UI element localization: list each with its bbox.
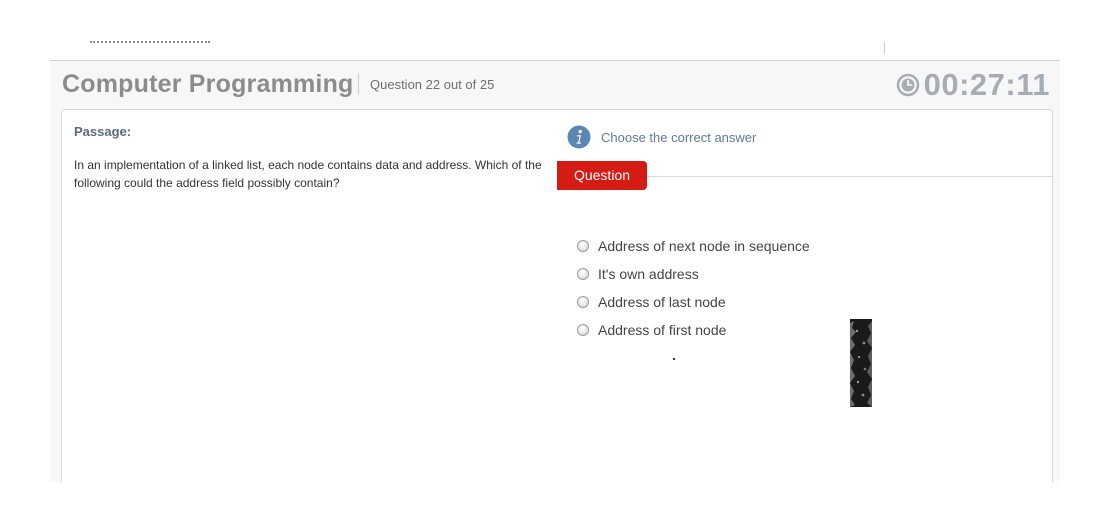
stray-dot	[673, 358, 675, 360]
timer: 00:27:11	[896, 67, 1050, 103]
test-header: Computer Programming Question 22 out of …	[50, 61, 1060, 109]
cropped-top-strip	[50, 38, 1060, 60]
timer-value: 00:27:11	[923, 67, 1050, 102]
title-divider	[358, 73, 359, 95]
answer-options: Address of next node in sequence It's ow…	[577, 232, 810, 344]
answer-option-label: It's own address	[598, 266, 699, 282]
screen: Computer Programming Question 22 out of …	[0, 0, 1110, 530]
answer-option[interactable]: Address of next node in sequence	[577, 232, 810, 260]
info-icon	[567, 125, 591, 149]
passage-panel: Passage: In an implementation of a linke…	[61, 109, 559, 482]
passage-text: In an implementation of a linked list, e…	[74, 158, 542, 190]
redaction-mark	[847, 319, 875, 407]
answer-option[interactable]: Address of first node	[577, 316, 810, 344]
radio-button[interactable]	[577, 240, 589, 252]
question-counter: Question 22 out of 25	[370, 77, 495, 92]
passage-label: Passage:	[74, 124, 132, 139]
answer-option-label: Address of last node	[598, 294, 726, 310]
test-window: Computer Programming Question 22 out of …	[50, 60, 1060, 482]
radio-button[interactable]	[577, 296, 589, 308]
answer-option[interactable]: Address of last node	[577, 288, 810, 316]
radio-button[interactable]	[577, 324, 589, 336]
instruction-row: Choose the correct answer	[567, 125, 756, 149]
page-title: Computer Programming	[62, 70, 354, 98]
clock-icon	[896, 73, 920, 97]
instruction-text: Choose the correct answer	[601, 129, 757, 145]
radio-button[interactable]	[577, 268, 589, 280]
top-divider	[884, 42, 885, 54]
tab-question[interactable]: Question	[557, 161, 647, 190]
question-panel: Choose the correct answer Question Addre…	[557, 109, 1053, 482]
cropped-text-fragment	[90, 41, 210, 48]
answer-option[interactable]: It's own address	[577, 260, 810, 288]
answer-option-label: Address of next node in sequence	[598, 238, 810, 254]
answer-option-label: Address of first node	[598, 322, 727, 338]
